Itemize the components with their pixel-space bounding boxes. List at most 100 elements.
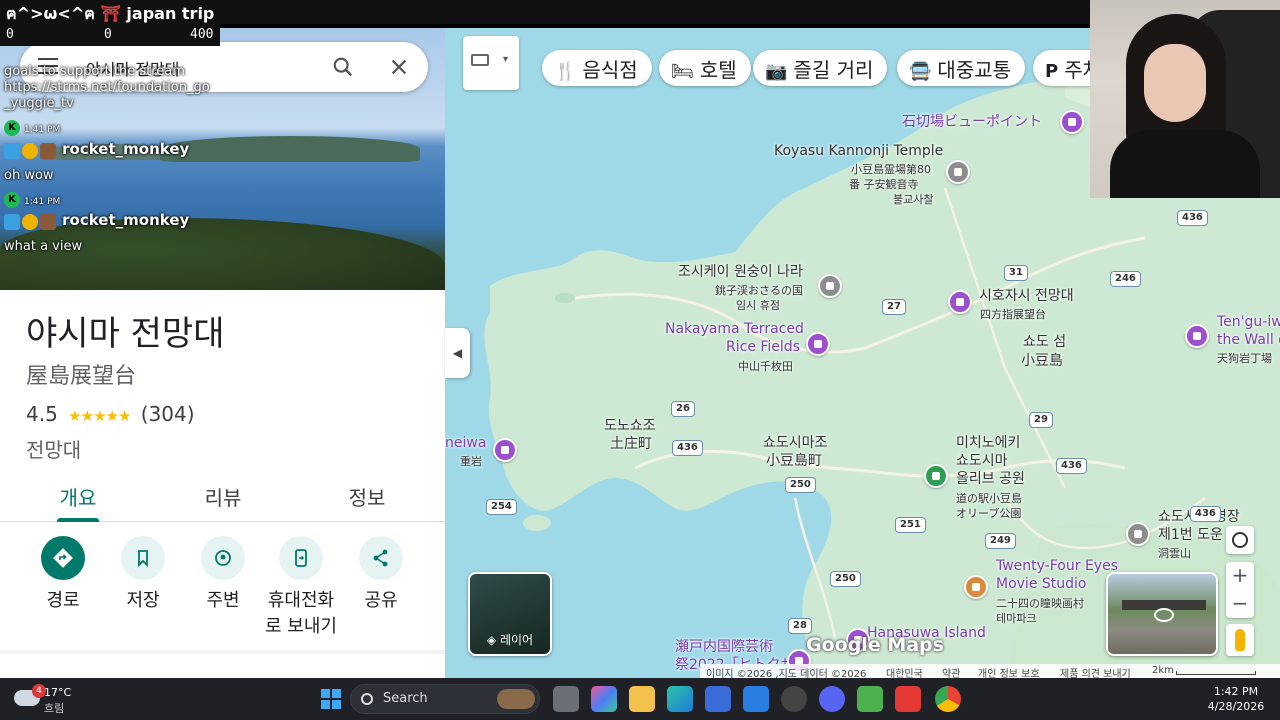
road-shield: 31 xyxy=(1004,265,1028,281)
obs-icon[interactable] xyxy=(781,686,807,712)
chip-parking[interactable]: P주차 xyxy=(1033,50,1090,86)
place-tabs: 개요 리뷰 정보 xyxy=(0,472,445,522)
save-label: 저장 xyxy=(126,590,160,611)
taskbar-search[interactable]: Search xyxy=(350,684,540,714)
system-clock[interactable]: 1:42 PM 4/28/2026 xyxy=(1196,684,1276,714)
my-location-button[interactable] xyxy=(1226,526,1254,554)
keyboard-icon xyxy=(471,54,489,66)
ea-icon[interactable] xyxy=(895,686,921,712)
layers-label: 레이어 xyxy=(499,633,534,647)
nearby-button[interactable]: 주변 xyxy=(183,536,263,614)
layers-icon: ◈ xyxy=(486,633,500,647)
map-label[interactable]: 石切場ビューポイント xyxy=(902,114,1042,131)
chat-message: what a view xyxy=(4,239,83,254)
stream-title-text: japan trip xyxy=(126,4,215,23)
app-icon[interactable] xyxy=(857,686,883,712)
search-icon[interactable] xyxy=(332,56,354,78)
map-label: 임시 휴점 xyxy=(736,299,780,312)
studio-marker[interactable] xyxy=(964,575,988,599)
map-label: 四方指展望台 xyxy=(980,308,1046,321)
chat-user-row: rocket_monkey xyxy=(4,140,189,159)
nearby-label: 주변 xyxy=(206,590,240,611)
clock-date: 4/28/2026 xyxy=(1207,700,1265,713)
keyboard-dropdown-button[interactable]: ▾ xyxy=(463,36,519,90)
zoom-in-button[interactable]: + xyxy=(1226,562,1254,590)
scale-label: 2km xyxy=(1152,665,1174,676)
map-label[interactable]: 조시케이 원숭이 나라 xyxy=(678,264,803,281)
badge-icon xyxy=(4,213,20,230)
kick-icon: K xyxy=(4,120,20,136)
rating-stars: ★★★★★ xyxy=(68,407,131,425)
map-label[interactable]: 쇼도시마 xyxy=(956,453,1008,470)
map-label[interactable]: Ten'gu-iw xyxy=(1217,314,1280,331)
map-label[interactable]: 시호자시 전망대 xyxy=(979,288,1074,305)
chip-things-to-do[interactable]: 📷 즐길 거리 xyxy=(753,50,888,86)
directions-button[interactable]: 경로 xyxy=(23,536,103,614)
poi-marker[interactable] xyxy=(1185,324,1209,348)
chip-hotels[interactable]: 🛏 호텔 xyxy=(659,50,751,86)
map-label[interactable]: Koyasu Kannonji Temple xyxy=(774,143,943,160)
map-label: 天狗岩丁場 xyxy=(1217,352,1272,365)
poi-marker[interactable] xyxy=(493,438,517,462)
map-label[interactable]: Twenty-Four Eyes xyxy=(996,558,1118,575)
review-count[interactable]: (304) xyxy=(141,402,195,426)
temple-marker[interactable] xyxy=(946,160,970,184)
park-marker[interactable] xyxy=(924,464,948,488)
map-label[interactable]: Movie Studio xyxy=(996,576,1086,593)
task-view-icon[interactable] xyxy=(553,686,579,712)
zoom-out-button[interactable]: − xyxy=(1226,590,1254,618)
send-to-phone-icon xyxy=(279,536,323,580)
collapse-panel-button[interactable]: ◀ xyxy=(445,328,470,378)
map-label: 洞雲山 xyxy=(1158,547,1191,560)
share-button[interactable]: 공유 xyxy=(341,536,421,614)
send-to-phone-button[interactable]: 휴대전화 로 보내기 xyxy=(261,536,341,640)
weather-temp: 17°C xyxy=(44,686,72,699)
discord-icon[interactable] xyxy=(819,686,845,712)
search-label: Search xyxy=(383,691,428,706)
chip-restaurants[interactable]: 🍴 음식점 xyxy=(542,50,652,86)
pegman-icon[interactable] xyxy=(1226,624,1254,656)
edge-icon[interactable] xyxy=(667,686,693,712)
place-category[interactable]: 전망대 xyxy=(26,434,81,463)
poi-marker[interactable] xyxy=(948,290,972,314)
tab-reviews[interactable]: 리뷰 xyxy=(148,482,298,511)
map-label[interactable]: the Wall o xyxy=(1217,332,1280,349)
store-icon[interactable] xyxy=(705,686,731,712)
poi-marker[interactable] xyxy=(806,332,830,356)
map-label[interactable]: 瀬戸内国際芸術 xyxy=(675,639,773,656)
close-icon[interactable] xyxy=(388,56,410,78)
section-divider xyxy=(0,650,445,654)
map-label: 도노쇼조 xyxy=(604,418,656,434)
map-label[interactable]: Rice Fields xyxy=(726,339,800,356)
temple-marker[interactable] xyxy=(1126,522,1150,546)
azure-icon[interactable] xyxy=(743,686,769,712)
copilot-icon[interactable] xyxy=(591,686,617,712)
map-label[interactable]: neiwa xyxy=(445,435,486,452)
action-buttons: 경로 저장 주변 휴대전화 로 보내기 공유 xyxy=(0,536,445,646)
chat-time: 1:41 PM xyxy=(24,196,61,207)
map-label[interactable]: 제1번 도운 xyxy=(1158,527,1223,544)
map-label[interactable]: 미치노에키 xyxy=(956,435,1020,452)
road-shield: 29 xyxy=(1029,412,1053,428)
file-explorer-icon[interactable] xyxy=(629,686,655,712)
utensils-icon: 🍴 xyxy=(554,61,577,82)
rating-row[interactable]: 4.5 ★★★★★ (304) xyxy=(26,402,195,426)
save-button[interactable]: 저장 xyxy=(103,536,183,614)
chat-time: 1:41 PM xyxy=(24,124,61,135)
chat-username: rocket_monkey xyxy=(62,140,190,158)
map-label[interactable]: 올리브 공원 xyxy=(956,471,1025,488)
map-label[interactable]: Nakayama Terraced xyxy=(665,321,804,338)
windows-start-icon[interactable] xyxy=(318,686,344,712)
parking-icon: P xyxy=(1045,61,1059,82)
tab-info[interactable]: 정보 xyxy=(292,482,442,511)
chat-meta: K 1:41 PM xyxy=(4,192,60,208)
clock-time: 1:42 PM xyxy=(1213,685,1259,698)
tab-overview[interactable]: 개요 xyxy=(3,482,153,511)
layers-button[interactable]: ◈ 레이어 xyxy=(468,572,552,656)
street-view-thumbnail[interactable] xyxy=(1106,572,1218,656)
bookmark-icon xyxy=(121,536,165,580)
paw-marker[interactable] xyxy=(818,274,842,298)
chrome-icon[interactable] xyxy=(935,686,961,712)
poi-marker[interactable] xyxy=(1060,110,1084,134)
chip-transit[interactable]: 🚍 대중교통 xyxy=(897,50,1026,86)
